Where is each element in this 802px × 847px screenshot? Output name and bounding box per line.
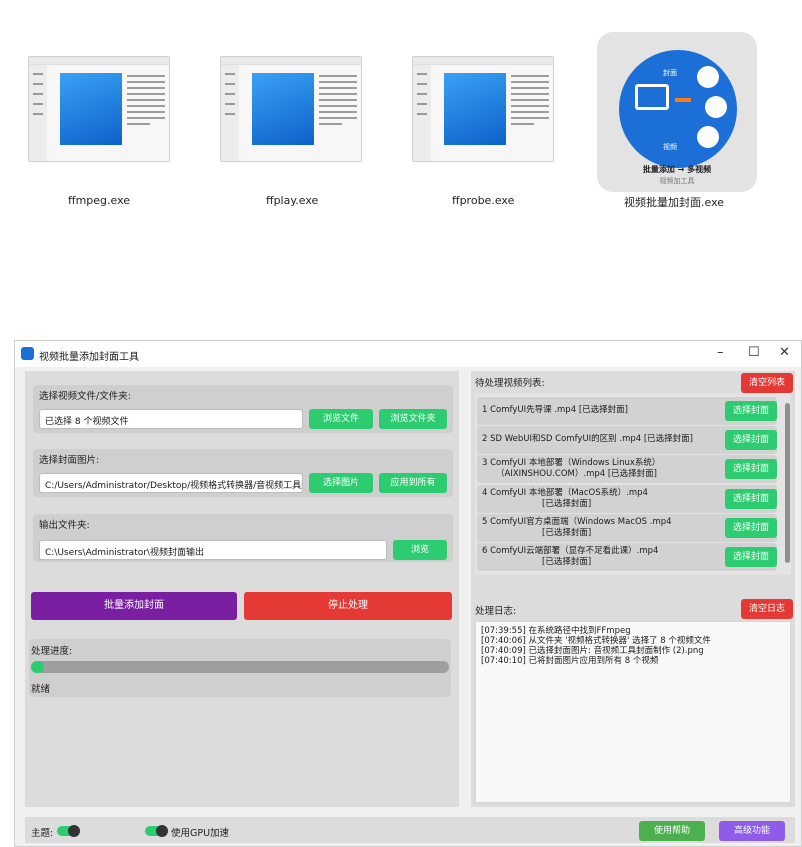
video-list-item[interactable]: 5 ComfyUI官方桌面端（Windows MacOS .mp4 [已选择封面]… — [477, 514, 777, 542]
app-logo-icon: 封面 视频 — [619, 50, 737, 168]
list-scrollbar[interactable] — [785, 403, 790, 563]
app-exe-icon[interactable]: 封面 视频 批量添加 → 多视频 视频加工具 — [597, 32, 757, 192]
progress-fill — [31, 661, 44, 673]
app-icon-subcaption: 视频加工具 — [659, 177, 695, 185]
select-cover-button[interactable]: 选择封面 — [725, 547, 777, 567]
select-cover-button[interactable]: 选择封面 — [725, 401, 777, 421]
browse-output-button[interactable]: 浏览 — [393, 540, 447, 560]
batch-add-cover-button[interactable]: 批量添加封面 — [31, 592, 237, 620]
video-list-item[interactable]: 3 ComfyUI 本地部署（Windows Linux系统） （AIXINSHO… — [477, 455, 777, 483]
video-list-item[interactable]: 2 SD WebUI和SD ComfyUI的区别 .mp4 [已选择封面] 选择封… — [477, 426, 777, 454]
exe-window-icon — [220, 56, 362, 162]
clear-list-button[interactable]: 清空列表 — [741, 373, 793, 393]
output-label: 输出文件夹: — [39, 520, 90, 531]
cover-path-input[interactable]: C:/Users/Administrator/Desktop/视频格式转换器/音… — [39, 473, 303, 493]
window-title: 视频批量添加封面工具 — [39, 352, 139, 363]
progress-card: 处理进度: 就绪 — [29, 639, 451, 697]
video-list[interactable]: 1 ComfyUI先导课 .mp4 [已选择封面] 选择封面 2 SD WebUI和… — [475, 393, 791, 575]
video-item-line: 2 SD WebUI和SD ComfyUI的区别 .mp4 [已选择封面] — [482, 434, 693, 444]
log-label: 处理日志: — [475, 606, 517, 617]
file-name: 视频批量加封面.exe — [624, 196, 725, 209]
video-item-line: 6 ComfyUI云端部署（显存不足看此课）.mp4 — [482, 546, 659, 556]
video-item-line: 1 ComfyUI先导课 .mp4 [已选择封面] — [482, 405, 628, 415]
log-panel: [07:39:55] 在系统路径中找到FFmpeg [07:40:06] 从文件… — [475, 621, 791, 803]
stop-processing-button[interactable]: 停止处理 — [244, 592, 452, 620]
video-item-text: 5 ComfyUI官方桌面端（Windows MacOS .mp4 [已选择封面] — [482, 517, 714, 539]
video-list-item[interactable]: 4 ComfyUI 本地部署（MacOS系统）.mp4 [已选择封面] 选择封面 — [477, 485, 777, 513]
exe-window-icon — [412, 56, 554, 162]
video-item-line: （AIXINSHOU.COM）.mp4 [已选择封面] — [496, 469, 657, 479]
clear-log-button[interactable]: 清空日志 — [741, 599, 793, 619]
app-window: 视频批量添加封面工具 – ☐ ✕ 选择视频文件/文件夹: 已选择 8 个视频文件… — [14, 340, 802, 847]
video-item-line: [已选择封面] — [542, 499, 592, 509]
app-icon-caption: 批量添加 → 多视频 — [642, 165, 712, 174]
footer-bar: 主题: 使用GPU加速 使用帮助 高级功能 — [25, 817, 795, 843]
video-path-input[interactable]: 已选择 8 个视频文件 — [39, 409, 303, 429]
output-select-card: 输出文件夹: C:\Users\Administrator\视频封面输出 浏览 — [33, 514, 453, 562]
file-name: ffmpeg.exe — [68, 194, 131, 207]
left-panel: 选择视频文件/文件夹: 已选择 8 个视频文件 浏览文件 浏览文件夹 选择封面图… — [25, 371, 459, 807]
maximize-icon[interactable]: ☐ — [748, 345, 760, 360]
cover-select-card: 选择封面图片: C:/Users/Administrator/Desktop/视… — [33, 449, 453, 497]
video-item-text: 1 ComfyUI先导课 .mp4 [已选择封面] — [482, 405, 714, 416]
video-item-text: 3 ComfyUI 本地部署（Windows Linux系统） （AIXINSHO… — [482, 458, 714, 480]
video-item-text: 6 ComfyUI云端部署（显存不足看此课）.mp4 [已选择封面] — [482, 546, 714, 568]
video-select-label: 选择视频文件/文件夹: — [39, 391, 131, 402]
theme-toggle[interactable] — [57, 825, 80, 837]
video-item-line: 3 ComfyUI 本地部署（Windows Linux系统） — [482, 458, 661, 468]
apply-all-button[interactable]: 应用到所有 — [379, 473, 447, 493]
video-list-item[interactable]: 6 ComfyUI云端部署（显存不足看此课）.mp4 [已选择封面] 选择封面 — [477, 543, 777, 571]
advanced-button[interactable]: 高级功能 — [719, 821, 785, 841]
close-icon[interactable]: ✕ — [779, 345, 790, 360]
video-item-text: 2 SD WebUI和SD ComfyUI的区别 .mp4 [已选择封面] — [482, 434, 714, 445]
select-cover-button[interactable]: 选择封面 — [725, 459, 777, 479]
output-path-input[interactable]: C:\Users\Administrator\视频封面输出 — [39, 540, 387, 560]
theme-label: 主题: — [31, 828, 54, 839]
right-panel: 待处理视频列表: 清空列表 1 ComfyUI先导课 .mp4 [已选择封面] 选… — [471, 371, 795, 807]
video-item-line: [已选择封面] — [542, 557, 592, 567]
gpu-label: 使用GPU加速 — [171, 828, 230, 839]
select-cover-button[interactable]: 选择封面 — [725, 518, 777, 538]
cover-select-label: 选择封面图片: — [39, 455, 100, 466]
app-icon — [21, 347, 34, 360]
video-list-item[interactable]: 1 ComfyUI先导课 .mp4 [已选择封面] 选择封面 — [477, 397, 777, 425]
log-line: [07:40:06] 从文件夹 '视频格式转换器' 选择了 8 个视频文件 — [481, 636, 711, 646]
video-item-line: 5 ComfyUI官方桌面端（Windows MacOS .mp4 — [482, 517, 672, 527]
status-text: 就绪 — [31, 684, 51, 695]
gpu-toggle[interactable] — [145, 825, 168, 837]
select-cover-button[interactable]: 选择封面 — [725, 430, 777, 450]
select-image-button[interactable]: 选择图片 — [309, 473, 373, 493]
video-select-card: 选择视频文件/文件夹: 已选择 8 个视频文件 浏览文件 浏览文件夹 — [33, 385, 453, 433]
title-bar: 视频批量添加封面工具 – ☐ ✕ — [15, 341, 801, 367]
help-button[interactable]: 使用帮助 — [639, 821, 705, 841]
log-line: [07:40:09] 已选择封面图片: 音视频工具封面制作 (2).png — [481, 646, 704, 656]
progress-label: 处理进度: — [31, 646, 73, 657]
video-item-line: 4 ComfyUI 本地部署（MacOS系统）.mp4 — [482, 488, 648, 498]
browse-folder-button[interactable]: 浏览文件夹 — [379, 409, 447, 429]
file-name: ffplay.exe — [266, 194, 319, 207]
log-line: [07:40:10] 已将封面图片应用到所有 8 个视频 — [481, 656, 659, 666]
browse-file-button[interactable]: 浏览文件 — [309, 409, 373, 429]
log-line: [07:39:55] 在系统路径中找到FFmpeg — [481, 626, 631, 636]
exe-window-icon — [28, 56, 170, 162]
video-list-label: 待处理视频列表: — [475, 378, 545, 389]
video-item-text: 4 ComfyUI 本地部署（MacOS系统）.mp4 [已选择封面] — [482, 488, 714, 510]
video-item-line: [已选择封面] — [542, 528, 592, 538]
progress-bar — [31, 661, 449, 673]
file-name: ffprobe.exe — [452, 194, 515, 207]
desktop: ffmpeg.exe ffplay.exe ffprobe.exe 封面 视频 … — [0, 0, 802, 300]
minimize-icon[interactable]: – — [717, 345, 724, 360]
select-cover-button[interactable]: 选择封面 — [725, 489, 777, 509]
